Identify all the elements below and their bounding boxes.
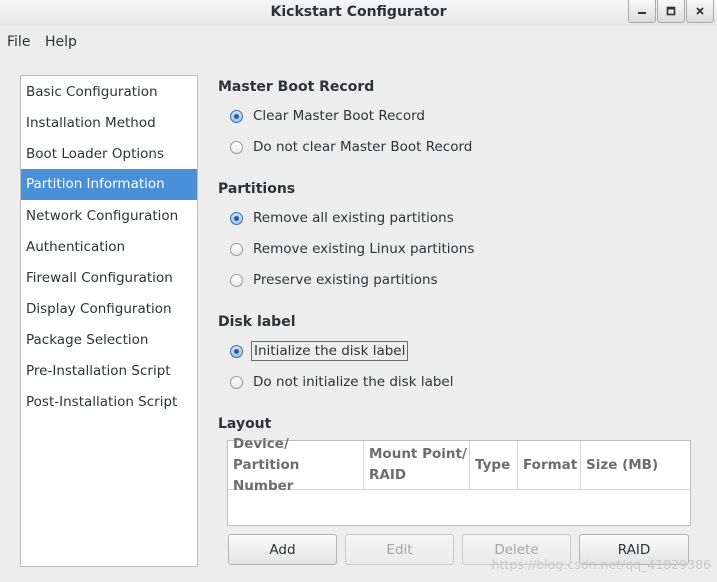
mbr-do-not-clear-option[interactable]: Do not clear Master Boot Record bbox=[230, 136, 474, 158]
partitions-preserve-option[interactable]: Preserve existing partitions bbox=[230, 269, 440, 291]
sidebar-list: Basic Configuration Installation Method … bbox=[20, 75, 198, 567]
radio-label: Clear Master Boot Record bbox=[253, 108, 425, 124]
sidebar-item-firewall-configuration[interactable]: Firewall Configuration bbox=[21, 263, 197, 294]
radio-label: Remove existing Linux partitions bbox=[253, 241, 475, 257]
menu-file[interactable]: File bbox=[7, 34, 30, 50]
column-header-size[interactable]: Size (MB) bbox=[581, 441, 690, 490]
disk-label-section-title: Disk label bbox=[218, 314, 296, 330]
window-controls bbox=[627, 0, 714, 23]
partition-layout-table[interactable]: Device/Partition Number Mount Point/RAID… bbox=[227, 436, 691, 526]
radio-label: Preserve existing partitions bbox=[253, 272, 438, 288]
mbr-clear-option[interactable]: Clear Master Boot Record bbox=[230, 105, 427, 127]
disk-label-initialize-option[interactable]: Initialize the disk label bbox=[230, 340, 409, 362]
sidebar-item-display-configuration[interactable]: Display Configuration bbox=[21, 294, 197, 325]
mbr-section-title: Master Boot Record bbox=[218, 79, 375, 95]
menu-help[interactable]: Help bbox=[45, 34, 77, 50]
radio-label: Do not initialize the disk label bbox=[253, 374, 454, 390]
minimize-button[interactable] bbox=[628, 0, 656, 23]
disk-label-do-not-initialize-option[interactable]: Do not initialize the disk label bbox=[230, 371, 455, 393]
radio-label: Remove all existing partitions bbox=[253, 210, 454, 226]
sidebar-item-authentication[interactable]: Authentication bbox=[21, 232, 197, 263]
edit-button[interactable]: Edit bbox=[345, 534, 454, 565]
column-header-device[interactable]: Device/Partition Number bbox=[228, 436, 364, 494]
column-header-type[interactable]: Type bbox=[470, 441, 518, 490]
sidebar-item-pre-installation-script[interactable]: Pre-Installation Script bbox=[21, 356, 197, 387]
sidebar-item-network-configuration[interactable]: Network Configuration bbox=[21, 201, 197, 232]
column-header-device-line2: Partition Number bbox=[233, 456, 300, 494]
menu-bar: File Help bbox=[0, 30, 717, 54]
column-header-mount-line1: Mount Point/ bbox=[369, 446, 467, 462]
close-icon bbox=[696, 7, 704, 15]
column-header-format[interactable]: Format bbox=[518, 441, 581, 490]
radio-label: Initialize the disk label bbox=[251, 341, 409, 361]
maximize-icon bbox=[666, 6, 676, 16]
radio-unchecked-icon[interactable] bbox=[230, 375, 243, 389]
sidebar-item-installation-method[interactable]: Installation Method bbox=[21, 108, 197, 139]
minimize-icon bbox=[638, 12, 646, 14]
radio-unchecked-icon[interactable] bbox=[230, 140, 243, 154]
sidebar-item-boot-loader-options[interactable]: Boot Loader Options bbox=[21, 139, 197, 170]
radio-checked-icon[interactable] bbox=[230, 109, 243, 123]
radio-label: Do not clear Master Boot Record bbox=[253, 139, 473, 155]
radio-unchecked-icon[interactable] bbox=[230, 273, 243, 287]
raid-button[interactable]: RAID bbox=[579, 534, 689, 565]
title-bar: Kickstart Configurator bbox=[0, 0, 717, 26]
close-button[interactable] bbox=[686, 0, 714, 23]
column-header-mount-point[interactable]: Mount Point/RAID bbox=[364, 441, 470, 490]
radio-checked-icon[interactable] bbox=[230, 211, 243, 225]
column-header-mount-line2: RAID bbox=[369, 467, 407, 483]
sidebar-item-basic-configuration[interactable]: Basic Configuration bbox=[21, 77, 197, 108]
column-header-device-line1: Device/ bbox=[233, 435, 289, 452]
partitions-remove-linux-option[interactable]: Remove existing Linux partitions bbox=[230, 238, 476, 260]
sidebar-item-package-selection[interactable]: Package Selection bbox=[21, 325, 197, 356]
sidebar-item-partition-information[interactable]: Partition Information bbox=[21, 169, 197, 200]
radio-unchecked-icon[interactable] bbox=[230, 242, 243, 256]
partitions-remove-all-option[interactable]: Remove all existing partitions bbox=[230, 207, 456, 229]
radio-checked-icon[interactable] bbox=[230, 344, 243, 358]
delete-button[interactable]: Delete bbox=[462, 534, 571, 565]
window-title: Kickstart Configurator bbox=[270, 4, 447, 20]
layout-section-title: Layout bbox=[218, 416, 272, 432]
partitions-section-title: Partitions bbox=[218, 181, 296, 197]
sidebar-item-post-installation-script[interactable]: Post-Installation Script bbox=[21, 387, 197, 418]
maximize-button[interactable] bbox=[657, 0, 685, 23]
add-button[interactable]: Add bbox=[228, 534, 337, 565]
